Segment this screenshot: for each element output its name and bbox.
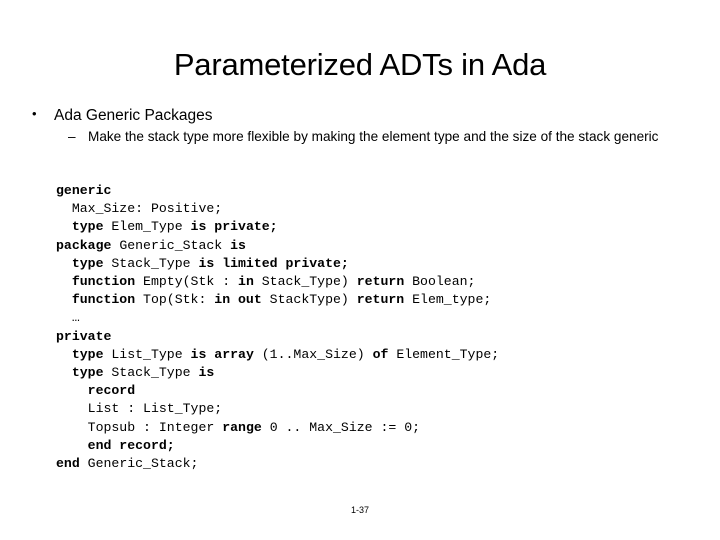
code-line: Topsub : Integer range 0 .. Max_Size := … — [56, 419, 499, 437]
code-text: Max_Size: Positive; — [56, 201, 223, 217]
code-text: Stack_Type — [103, 255, 199, 271]
code-keyword: type — [71, 255, 104, 271]
code-keyword: generic — [56, 183, 112, 198]
code-keyword: function — [71, 274, 136, 290]
code-keyword: function — [71, 292, 136, 308]
code-text: List : List_Type; — [56, 401, 223, 417]
code-keyword: range — [222, 419, 262, 435]
code-text: (1..Max_Size) — [253, 346, 373, 362]
code-keyword: return — [356, 292, 405, 308]
code-text: Topsub : Integer — [56, 419, 223, 435]
bullet-list: • Ada Generic Packages – Make the stack … — [26, 106, 694, 145]
code-keyword: type — [71, 219, 104, 235]
code-line: record — [56, 382, 499, 400]
code-keyword: private — [56, 328, 112, 344]
code-keyword: of — [372, 346, 389, 362]
code-line: generic — [56, 182, 499, 200]
code-line: end Generic_Stack; — [56, 455, 499, 473]
list-item: • Ada Generic Packages — [26, 106, 694, 126]
code-keyword: end — [56, 456, 80, 472]
code-text: StackType) — [261, 292, 357, 308]
code-keyword: package — [56, 237, 112, 253]
code-keyword: in out — [214, 292, 262, 308]
code-line: type Elem_Type is private; — [56, 218, 499, 236]
code-keyword: in — [238, 274, 254, 290]
code-line: type Stack_Type is — [56, 364, 499, 382]
code-keyword: is — [198, 365, 215, 381]
code-text: Element_Type; — [388, 346, 500, 362]
code-text: Elem_Type — [103, 219, 191, 235]
code-line: private — [56, 328, 499, 346]
code-text: Generic_Stack — [111, 237, 231, 253]
code-line: … — [56, 309, 499, 327]
code-keyword: record — [87, 383, 136, 399]
list-item-label: Make the stack type more flexible by mak… — [88, 128, 659, 144]
list-item-label: Ada Generic Packages — [54, 107, 213, 124]
code-line: type List_Type is array (1..Max_Size) of… — [56, 346, 499, 364]
code-text: Elem_type; — [404, 292, 492, 308]
code-keyword: type — [71, 365, 104, 381]
code-text: Top(Stk: — [135, 292, 215, 308]
code-line: end record; — [56, 437, 499, 455]
code-keyword: is — [230, 237, 246, 253]
code-text: Stack_Type) — [253, 274, 357, 290]
code-keyword: is private; — [190, 219, 278, 235]
code-text: List_Type — [103, 346, 191, 362]
code-text: Stack_Type — [103, 365, 199, 381]
code-block: generic Max_Size: Positive; type Elem_Ty… — [56, 182, 499, 473]
code-line: package Generic_Stack is — [56, 237, 499, 255]
code-line: List : List_Type; — [56, 400, 499, 418]
code-line: function Top(Stk: in out StackType) retu… — [56, 291, 499, 309]
bullet-marker-icon: • — [32, 106, 37, 121]
code-keyword: end record; — [87, 437, 175, 453]
list-item: – Make the stack type more flexible by m… — [26, 129, 694, 146]
code-keyword: type — [71, 346, 104, 362]
code-text: Generic_Stack; — [79, 456, 199, 472]
slide: Parameterized ADTs in Ada • Ada Generic … — [0, 0, 720, 540]
code-keyword: is limited private; — [198, 255, 349, 271]
code-keyword: return — [356, 274, 405, 290]
code-line: type Stack_Type is limited private; — [56, 255, 499, 273]
code-text: Empty(Stk : — [135, 274, 239, 290]
page-title: Parameterized ADTs in Ada — [173, 47, 547, 82]
code-text: 0 .. Max_Size := 0; — [261, 419, 421, 435]
code-line: Max_Size: Positive; — [56, 200, 499, 218]
code-keyword: is array — [190, 346, 254, 362]
slide-number: 1-37 — [350, 505, 369, 515]
code-text: Boolean; — [404, 274, 476, 290]
dash-marker-icon: – — [68, 128, 76, 144]
code-text: … — [56, 310, 80, 326]
code-line: function Empty(Stk : in Stack_Type) retu… — [56, 273, 499, 291]
